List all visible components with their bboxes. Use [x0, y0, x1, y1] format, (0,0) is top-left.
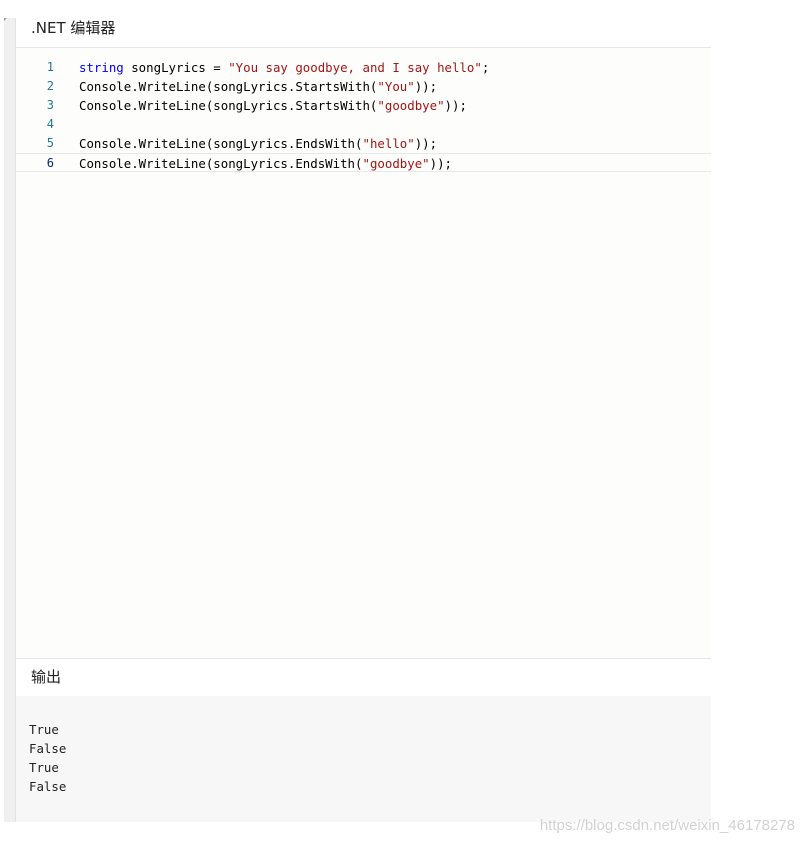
rail-corner-marker: [4, 18, 7, 21]
output-line: True: [29, 760, 59, 775]
line-number: 1: [46, 60, 54, 74]
code-token: Console.WriteLine(songLyrics.StartsWith(: [79, 79, 378, 94]
line-number: 6: [46, 156, 54, 170]
output-line: True: [29, 722, 59, 737]
string-token: "hello": [362, 136, 415, 151]
dotnet-editor-panel: .NET 编辑器 1 string songLyrics = "You say g…: [16, 10, 711, 822]
code-token: Console.WriteLine(songLyrics.EndsWith(: [79, 136, 363, 151]
output-line: False: [29, 779, 67, 794]
code-token: ));: [414, 136, 438, 151]
editor-title: .NET 编辑器: [31, 19, 116, 37]
output-title: 输出: [31, 668, 62, 686]
code-text: Console.WriteLine(songLyrics.StartsWith(…: [79, 96, 467, 115]
screenshot-stage: .NET 编辑器 1 string songLyrics = "You say g…: [0, 0, 804, 844]
code-token: Console.WriteLine(songLyrics.EndsWith(: [79, 156, 363, 171]
code-text: Console.WriteLine(songLyrics.StartsWith(…: [79, 77, 437, 96]
output-console: True False True False: [16, 696, 711, 822]
code-line[interactable]: 1 string songLyrics = "You say goodbye, a…: [16, 58, 711, 77]
code-line[interactable]: 6 Console.WriteLine(songLyrics.EndsWith("…: [16, 153, 711, 172]
code-text: Console.WriteLine(songLyrics.EndsWith("g…: [79, 154, 452, 173]
code-text: string songLyrics = "You say goodbye, an…: [79, 58, 489, 77]
code-line[interactable]: 2 Console.WriteLine(songLyrics.StartsWith…: [16, 77, 711, 96]
line-number: 5: [46, 136, 54, 150]
editor-header: .NET 编辑器: [16, 10, 711, 48]
line-number: 2: [46, 79, 54, 93]
code-editor[interactable]: 1 string songLyrics = "You say goodbye, a…: [16, 48, 711, 658]
string-token: "You say goodbye, and I say hello": [228, 60, 482, 75]
string-token: "goodbye": [362, 156, 430, 171]
line-number: 4: [46, 117, 54, 131]
output-line: False: [29, 741, 67, 756]
string-token: "goodbye": [377, 98, 445, 113]
watermark-url: https://blog.csdn.net/weixin_46178278: [539, 817, 795, 834]
code-text: Console.WriteLine(songLyrics.EndsWith("h…: [79, 134, 437, 153]
code-line[interactable]: 4: [16, 115, 711, 134]
line-number: 3: [46, 98, 54, 112]
code-token: ));: [444, 98, 467, 113]
keyword-token: string: [79, 60, 124, 75]
code-token: ;: [481, 60, 490, 75]
code-line[interactable]: 5 Console.WriteLine(songLyrics.EndsWith("…: [16, 134, 711, 153]
code-token: ));: [414, 79, 438, 94]
left-scroll-rail[interactable]: [4, 18, 16, 822]
code-token: Console.WriteLine(songLyrics.StartsWith(: [79, 98, 378, 113]
code-token: ));: [429, 156, 453, 171]
code-line[interactable]: 3 Console.WriteLine(songLyrics.StartsWith…: [16, 96, 711, 115]
code-token: songLyrics =: [123, 60, 229, 75]
string-token: "You": [377, 79, 415, 94]
output-header: 输出: [16, 658, 711, 697]
